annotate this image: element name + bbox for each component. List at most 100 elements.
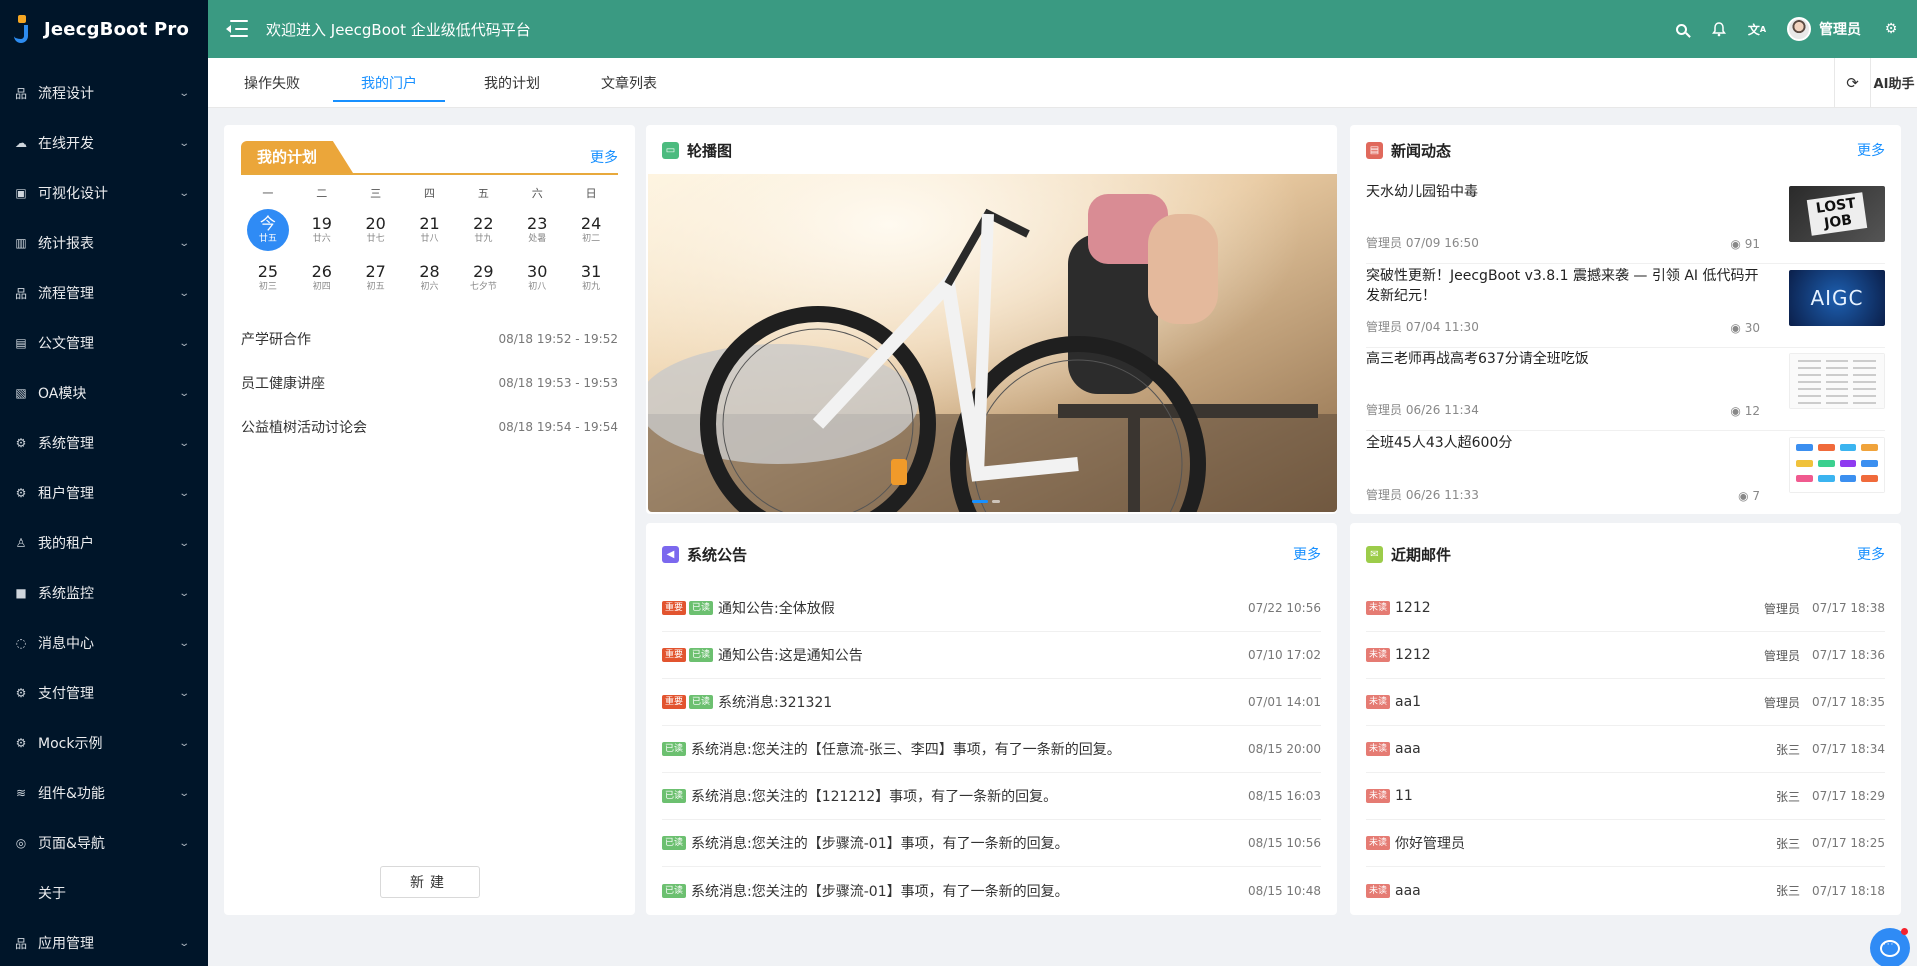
announcement-row[interactable]: 已读 系统消息:您关注的【步骤流-01】事项，有了一条新的回复。 08/15 10:…	[662, 820, 1321, 867]
sidebar-item[interactable]: ≋ 组件&功能 ⌄	[0, 768, 208, 818]
top-header: 欢迎进入 JeecgBoot 企业级低代码平台 文A 管理员 ⚙	[208, 0, 1917, 58]
plan-event[interactable]: 产学研合作 08/18 19:52 - 19:52	[241, 317, 618, 361]
calendar-day[interactable]: 29 七夕节	[456, 255, 510, 301]
sidebar-item[interactable]: ◎ 页面&导航 ⌄	[0, 818, 208, 868]
translate-icon[interactable]: 文A	[1748, 21, 1766, 37]
sidebar-item-label: 支付管理	[38, 686, 94, 702]
sidebar-item[interactable]: ■ 系统监控 ⌄	[0, 568, 208, 618]
news-item[interactable]: 高三老师再战高考637分请全班吃饭 管理员 06/26 11:34 ◉ 12	[1366, 349, 1885, 431]
announcement-row[interactable]: 重要 已读 系统消息:321321 07/01 14:01	[662, 679, 1321, 726]
sidebar-item[interactable]: 品流程管理 ⌄	[0, 268, 208, 318]
chevron-down-icon: ⌄	[177, 387, 190, 399]
calendar-day[interactable]: 24 初二	[564, 207, 618, 253]
lunar-date: 廿九	[474, 233, 493, 244]
sidebar-menu: 品流程设计 ⌄ ☁ 在线开发 ⌄ ▣ 可视化设计 ⌄ ▥ 统计报表 ⌄ 品流程管理 ⌄ ▤ 公文管理 ⌄ ▧ OA…	[0, 68, 208, 966]
sidebar-item[interactable]: ⚙ Mock示例 ⌄	[0, 718, 208, 768]
day-number: 22	[473, 213, 494, 233]
announcement-row[interactable]: 重要 已读 通知公告:全体放假 07/22 10:56	[662, 585, 1321, 632]
bell-icon[interactable]	[1711, 21, 1727, 37]
menu-fold-icon[interactable]	[226, 20, 248, 38]
page-icon: ◎	[15, 836, 27, 850]
search-icon[interactable]	[1673, 21, 1689, 37]
avatar	[1787, 17, 1811, 41]
weekday-label: 一	[262, 187, 274, 200]
refresh-icon[interactable]: ⟳	[1834, 57, 1870, 108]
news-item-title: 全班45人43人超600分	[1366, 435, 1513, 451]
weekday-label: 日	[585, 187, 597, 200]
sidebar-item[interactable]: ▥ 统计报表 ⌄	[0, 218, 208, 268]
calendar-day[interactable]: 23 处暑	[510, 207, 564, 253]
calendar-day[interactable]: 19 廿六	[295, 207, 349, 253]
sidebar-item[interactable]: 关于	[0, 868, 208, 918]
news-item-meta: 管理员 07/04 11:30	[1366, 318, 1479, 335]
calendar-day[interactable]: 22 廿九	[456, 207, 510, 253]
calendar-day[interactable]: 27 初五	[349, 255, 403, 301]
news-item[interactable]: 全班45人43人超600分 管理员 06/26 11:33 ◉ 7	[1366, 433, 1885, 515]
calendar-today[interactable]: 今廿五	[241, 207, 295, 253]
mail-row[interactable]: 未读 1212 管理员 07/17 18:38	[1366, 585, 1885, 632]
sidebar-item[interactable]: ⚙ 支付管理 ⌄	[0, 668, 208, 718]
sidebar-item[interactable]: ▤ 公文管理 ⌄	[0, 318, 208, 368]
calendar-day[interactable]: 31 初九	[564, 255, 618, 301]
calendar-day[interactable]: 20 廿七	[349, 207, 403, 253]
sidebar-item[interactable]: ▣ 可视化设计 ⌄	[0, 168, 208, 218]
calendar-day[interactable]: 30 初八	[510, 255, 564, 301]
calendar-day[interactable]: 28 初六	[403, 255, 457, 301]
carousel-dot[interactable]	[992, 500, 1000, 503]
chat-button[interactable]	[1870, 928, 1910, 966]
carousel-slide[interactable]	[648, 174, 1337, 512]
announcement-time: 08/15 10:56	[1248, 836, 1321, 850]
announcement-row[interactable]: 已读 系统消息:您关注的【121212】事项，有了一条新的回复。 08/15 16:…	[662, 773, 1321, 820]
sidebar-item-label: Mock示例	[38, 736, 103, 752]
mail-row[interactable]: 未读 aa1 管理员 07/17 18:35	[1366, 679, 1885, 726]
logo[interactable]: JeecgBoot Pro	[0, 0, 208, 58]
announcement-text: 系统消息:您关注的【任意流-张三、李四】事项，有了一条新的回复。	[691, 742, 1121, 758]
tab-item[interactable]: 我的门户	[333, 58, 445, 108]
announcement-more-link[interactable]: 更多	[1293, 544, 1321, 564]
mail-row[interactable]: 未读 你好管理员 张三 07/17 18:25	[1366, 820, 1885, 867]
tab-item[interactable]: 文章列表	[579, 58, 679, 108]
announcement-row[interactable]: 已读 系统消息:您关注的【步骤流-01】事项，有了一条新的回复。 08/15 10:…	[662, 867, 1321, 914]
calendar-day[interactable]: 25 初三	[241, 255, 295, 301]
sidebar-item[interactable]: ☁ 在线开发 ⌄	[0, 118, 208, 168]
gear-icon[interactable]: ⚙	[1883, 21, 1899, 37]
news-more-link[interactable]: 更多	[1857, 140, 1885, 160]
day-number: 31	[580, 261, 602, 281]
sidebar-item[interactable]: 品流程设计 ⌄	[0, 68, 208, 118]
user-menu[interactable]: 管理员	[1787, 17, 1861, 41]
plan-more-link[interactable]: 更多	[590, 147, 618, 173]
tab-item[interactable]: 操作失败	[217, 58, 327, 108]
sidebar-item-label: 租户管理	[38, 486, 94, 502]
chevron-down-icon: ⌄	[177, 187, 190, 199]
announcement-row[interactable]: 重要 已读 通知公告:这是通知公告 07/10 17:02	[662, 632, 1321, 679]
announcement-text: 系统消息:您关注的【步骤流-01】事项，有了一条新的回复。	[691, 836, 1069, 852]
new-plan-button[interactable]: 新建	[380, 866, 480, 898]
plan-event[interactable]: 公益植树活动讨论会 08/18 19:54 - 19:54	[241, 405, 618, 449]
sidebar-item[interactable]: ♙ 我的租户 ⌄	[0, 518, 208, 568]
sidebar-item[interactable]: ⚙ 租户管理 ⌄	[0, 468, 208, 518]
calendar-day[interactable]: 26 初四	[295, 255, 349, 301]
carousel-dot[interactable]	[972, 500, 988, 503]
mail-more-link[interactable]: 更多	[1857, 544, 1885, 564]
ai-assistant-button[interactable]: AI助手	[1870, 57, 1917, 108]
tab-item[interactable]: 我的计划	[457, 58, 567, 108]
mail-header: ✉ 近期邮件 更多	[1350, 523, 1901, 585]
calendar-day[interactable]: 21 廿八	[403, 207, 457, 253]
plan-event[interactable]: 员工健康讲座 08/18 19:53 - 19:53	[241, 361, 618, 405]
mail-row[interactable]: 未读 aaa 张三 07/17 18:34	[1366, 726, 1885, 773]
sidebar-item[interactable]: ◌ 消息中心 ⌄	[0, 618, 208, 668]
announcement-row[interactable]: 已读 系统消息:您关注的【任意流-张三、李四】事项，有了一条新的回复。 08/15 …	[662, 726, 1321, 773]
mail-time: 07/17 18:18	[1812, 883, 1885, 898]
sidebar-item[interactable]: ⚙ 系统管理 ⌄	[0, 418, 208, 468]
sidebar-item[interactable]: ▧ OA模块 ⌄	[0, 368, 208, 418]
news-item[interactable]: 天水幼儿园铅中毒 管理员 07/09 16:50 ◉ 91 LOST JOB	[1366, 182, 1885, 264]
mail-row[interactable]: 未读 11 张三 07/17 18:29	[1366, 773, 1885, 820]
news-item[interactable]: 突破性更新！JeecgBoot v3.8.1 震撼来袭 — 引领 AI 低代码开…	[1366, 266, 1885, 348]
sidebar-item[interactable]: 品应用管理 ⌄	[0, 918, 208, 966]
mail-row[interactable]: 未读 aaa 张三 07/17 18:18	[1366, 867, 1885, 914]
mail-row[interactable]: 未读 1212 管理员 07/17 18:36	[1366, 632, 1885, 679]
weekday-label: 二	[316, 187, 328, 200]
plan-event-list: 产学研合作 08/18 19:52 - 19:52 员工健康讲座 08/18 19:5…	[241, 317, 618, 449]
day-number: 27	[365, 261, 386, 281]
mock-icon: ⚙	[15, 736, 27, 750]
